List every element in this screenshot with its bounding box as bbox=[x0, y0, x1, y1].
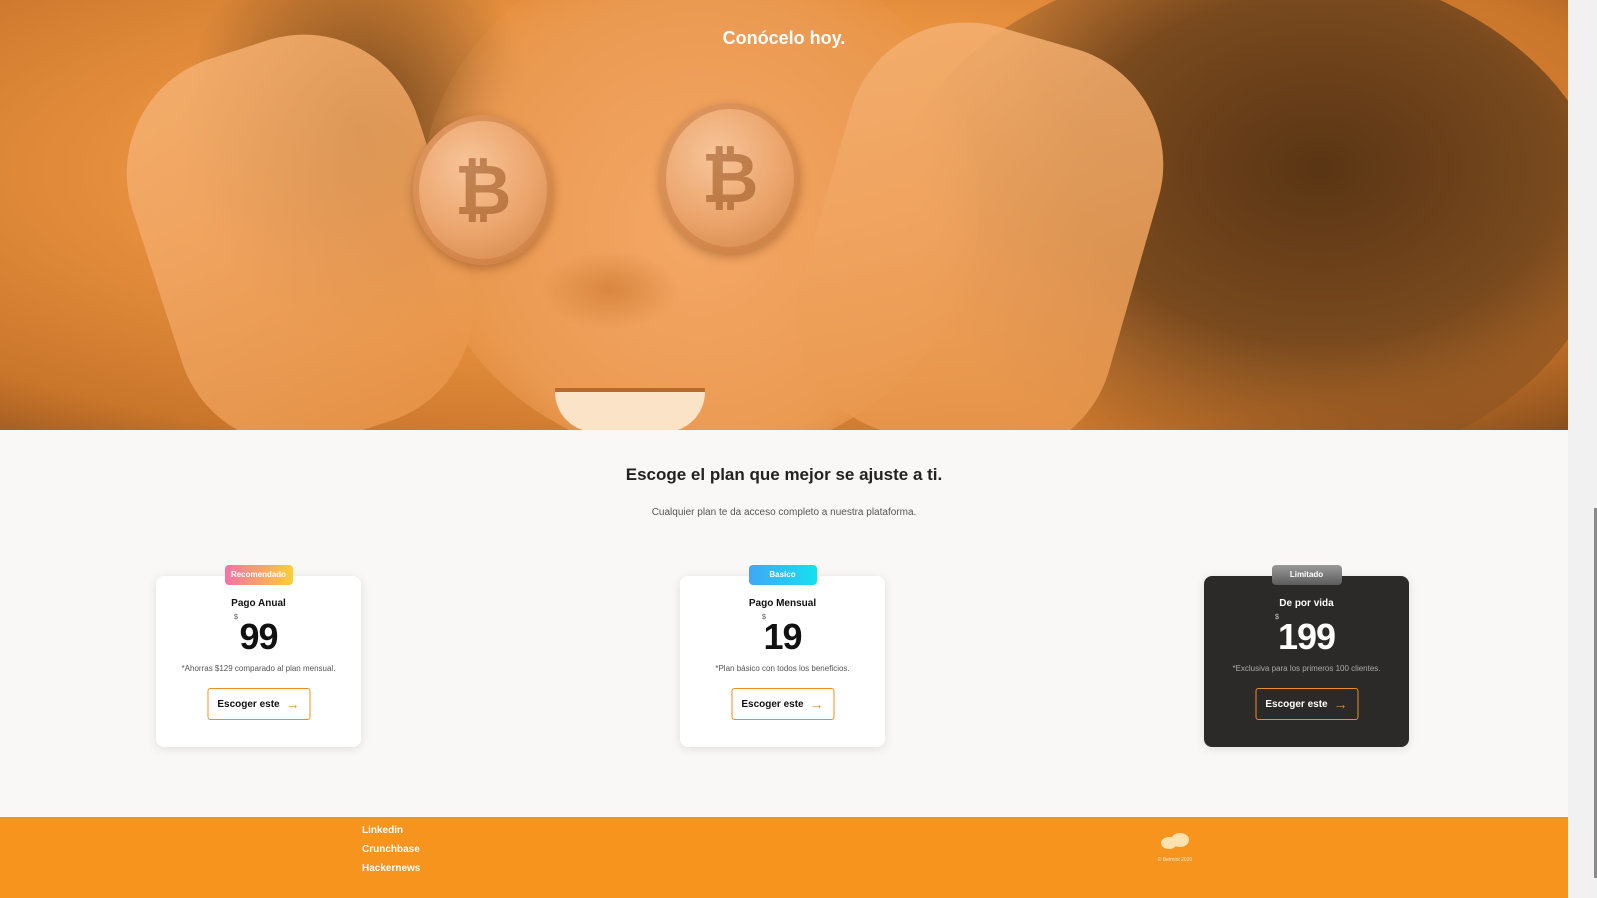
copyright-text: © Betmint 2020 bbox=[1157, 857, 1193, 863]
plan-card-annual: Recomendado Pago Anual $ 99 *Ahorras $12… bbox=[156, 565, 361, 747]
hero-banner: ₿ ₿ Conócelo hoy. bbox=[0, 0, 1568, 430]
choose-plan-label: Escoger este bbox=[1265, 698, 1328, 710]
plan-name: De por vida bbox=[1279, 598, 1334, 609]
logo-icon bbox=[1161, 833, 1189, 849]
arrow-right-icon: → bbox=[809, 696, 824, 712]
plan-price: 19 bbox=[763, 616, 802, 657]
choose-plan-button[interactable]: Escoger este → bbox=[731, 688, 834, 720]
bitcoin-coin-icon: ₿ bbox=[413, 115, 553, 265]
plan-price: 99 bbox=[239, 616, 278, 657]
plan-card-lifetime: Limitado De por vida $ 199 *Exclusiva pa… bbox=[1204, 565, 1409, 747]
recommended-badge: Recomendado bbox=[224, 565, 293, 585]
footer-link-hackernews[interactable]: Hackernews bbox=[362, 863, 420, 874]
plan-note: *Ahorras $129 comparado al plan mensual. bbox=[181, 664, 336, 673]
choose-plan-button[interactable]: Escoger este → bbox=[207, 688, 310, 720]
plan-note: *Exclusiva para los primeros 100 cliente… bbox=[1232, 664, 1381, 673]
choose-plan-label: Escoger este bbox=[741, 698, 804, 710]
limited-badge: Limitado bbox=[1271, 565, 1342, 585]
plan-price: 199 bbox=[1277, 616, 1336, 657]
plans-subtitle: Cualquier plan te da acceso completo a n… bbox=[651, 507, 917, 518]
plan-name: Pago Anual bbox=[231, 598, 286, 609]
plans-title: Escoge el plan que mejor se ajuste a ti. bbox=[625, 465, 943, 484]
plan-card-monthly: Basico Pago Mensual $ 19 *Plan básico co… bbox=[680, 565, 885, 747]
footer: Linkedin Crunchbase Hackernews © Betmint… bbox=[0, 817, 1568, 898]
hero-image-nose bbox=[540, 250, 680, 330]
arrow-right-icon: → bbox=[285, 696, 300, 712]
hero-title: Conócelo hoy. bbox=[722, 28, 846, 48]
choose-plan-label: Escoger este bbox=[217, 698, 280, 710]
hero-image-smile bbox=[555, 392, 705, 430]
basic-badge: Basico bbox=[748, 565, 817, 585]
choose-plan-button[interactable]: Escoger este → bbox=[1255, 688, 1358, 720]
bitcoin-coin-icon: ₿ bbox=[660, 103, 800, 253]
footer-link-crunchbase[interactable]: Crunchbase bbox=[362, 844, 420, 855]
arrow-right-icon: → bbox=[1333, 696, 1348, 712]
plan-note: *Plan básico con todos los beneficios. bbox=[715, 664, 850, 673]
plan-name: Pago Mensual bbox=[748, 598, 817, 609]
footer-link-linkedin[interactable]: Linkedin bbox=[362, 825, 403, 836]
scrollbar-track[interactable] bbox=[1568, 0, 1597, 898]
